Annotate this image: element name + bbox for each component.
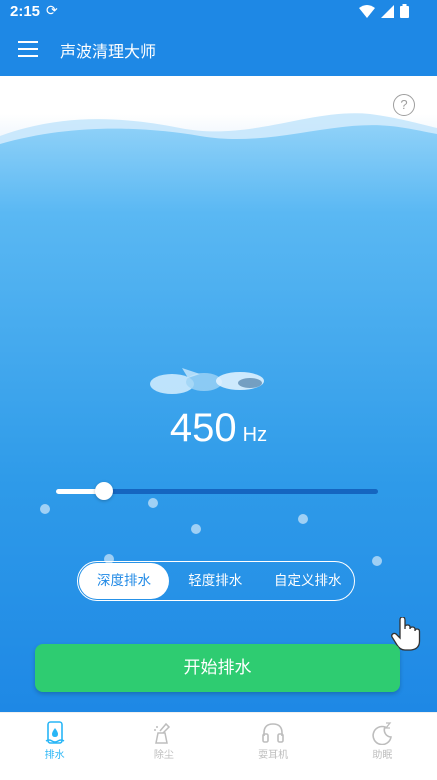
wifi-icon xyxy=(359,4,375,18)
nav-item-dust[interactable]: 除尘 xyxy=(109,713,218,780)
nav-label-drain: 排水 xyxy=(44,750,65,761)
bubble xyxy=(372,556,382,566)
nav-item-drain[interactable]: 排水 xyxy=(0,713,109,780)
status-time: 2:15 xyxy=(10,3,41,20)
main-panel: ? 450 Hz 深度排水 轻度排水 自定义排水 开始排水 xyxy=(0,76,437,712)
menu-icon[interactable] xyxy=(18,41,38,57)
nav-label-sleep: 助眠 xyxy=(372,750,393,761)
sleep-moon-icon xyxy=(372,722,393,745)
nav-label-headphones: 耍耳机 xyxy=(258,750,289,761)
fish-icon xyxy=(150,368,264,394)
app-title: 声波清理大师 xyxy=(60,44,157,61)
bubble xyxy=(40,504,50,514)
mode-deep-drain[interactable]: 深度排水 xyxy=(79,563,169,599)
bubble xyxy=(148,498,158,508)
nav-item-headphones[interactable]: 耍耳机 xyxy=(219,713,328,780)
frequency-display: 450 Hz xyxy=(0,406,437,451)
nav-label-dust: 除尘 xyxy=(153,750,174,761)
battery-icon xyxy=(400,4,409,18)
slider-thumb[interactable] xyxy=(95,482,114,500)
nav-item-sleep[interactable]: 助眠 xyxy=(328,713,437,780)
mode-light-drain[interactable]: 轻度排水 xyxy=(169,563,262,599)
signal-icon xyxy=(381,4,394,18)
headphones-icon xyxy=(262,723,284,743)
app-bar: 声波清理大师 xyxy=(0,24,437,76)
frequency-slider[interactable] xyxy=(56,482,378,500)
frequency-value: 450 xyxy=(169,406,237,450)
bubble xyxy=(298,514,308,524)
status-icons xyxy=(359,4,409,18)
mode-custom-drain[interactable]: 自定义排水 xyxy=(262,563,355,599)
bubble xyxy=(191,524,201,534)
frequency-unit: Hz xyxy=(242,424,268,446)
status-bar: 2:15 ⟳ xyxy=(0,0,437,24)
bottom-nav: 排水 除尘 耍耳机 助眠 xyxy=(0,712,437,780)
dust-clean-icon xyxy=(153,722,170,744)
drain-mode-toggle: 深度排水 轻度排水 自定义排水 xyxy=(77,561,355,601)
help-icon[interactable]: ? xyxy=(393,94,415,116)
sync-icon: ⟳ xyxy=(46,3,58,19)
start-drain-button[interactable]: 开始排水 xyxy=(35,644,400,692)
drain-phone-icon xyxy=(45,721,65,744)
